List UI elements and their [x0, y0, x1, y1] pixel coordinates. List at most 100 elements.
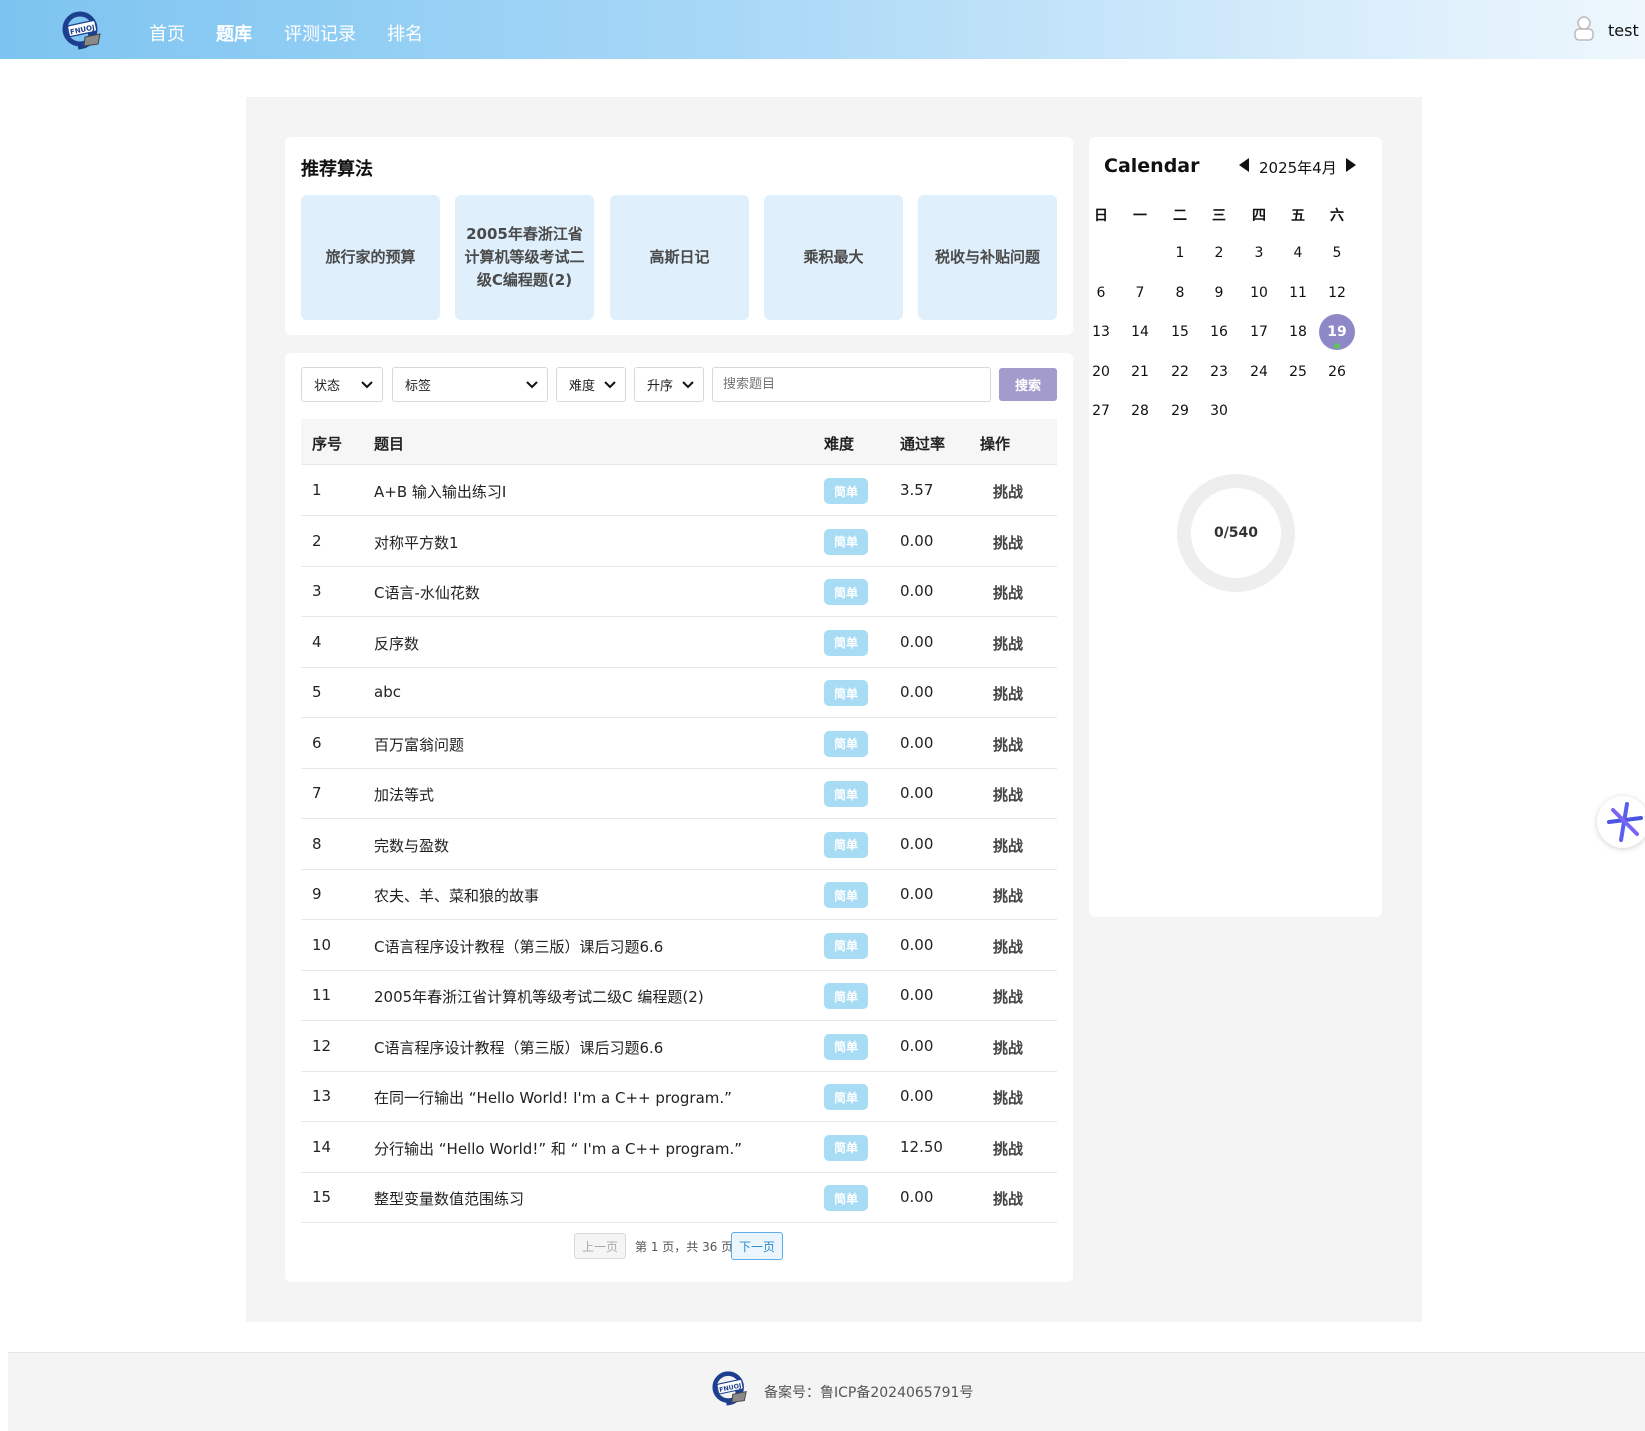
- challenge-button[interactable]: 挑战: [993, 835, 1023, 856]
- table-row[interactable]: 2 对称平方数1 简单 0.00 挑战: [301, 516, 1057, 567]
- table-row[interactable]: 4 反序数 简单 0.00 挑战: [301, 617, 1057, 668]
- recommend-item[interactable]: 旅行家的预算: [301, 195, 440, 320]
- calendar-day[interactable]: 16: [1201, 314, 1237, 350]
- row-title[interactable]: 对称平方数1: [374, 532, 459, 553]
- challenge-button[interactable]: 挑战: [993, 683, 1023, 704]
- calendar-day[interactable]: 9: [1201, 275, 1237, 311]
- table-row[interactable]: 15 整型变量数值范围练习 简单 0.00 挑战: [301, 1172, 1057, 1223]
- prev-month-icon[interactable]: [1237, 157, 1251, 173]
- challenge-button[interactable]: 挑战: [993, 936, 1023, 957]
- calendar-day[interactable]: 15: [1162, 314, 1198, 350]
- table-row[interactable]: 9 农夫、羊、菜和狼的故事 简单 0.00 挑战: [301, 869, 1057, 920]
- row-title[interactable]: C语言程序设计教程（第三版）课后习题6.6: [374, 1037, 663, 1058]
- row-title[interactable]: A+B 输入输出练习I: [374, 481, 506, 502]
- calendar-day[interactable]: 18: [1280, 314, 1316, 350]
- challenge-button[interactable]: 挑战: [993, 1037, 1023, 1058]
- row-pass-rate: 0.00: [900, 683, 934, 701]
- calendar-day[interactable]: 12: [1319, 275, 1355, 311]
- row-title[interactable]: 分行输出 “Hello World!” 和 “ I'm a C++ progra…: [374, 1138, 742, 1159]
- table-row[interactable]: 11 2005年春浙江省计算机等级考试二级C 编程题(2) 简单 0.00 挑战: [301, 970, 1057, 1021]
- calendar-day[interactable]: 23: [1201, 354, 1237, 390]
- challenge-button[interactable]: 挑战: [993, 481, 1023, 502]
- calendar-day[interactable]: 22: [1162, 354, 1198, 390]
- table-row[interactable]: 3 C语言-水仙花数 简单 0.00 挑战: [301, 566, 1057, 617]
- row-title[interactable]: abc: [374, 683, 401, 701]
- challenge-button[interactable]: 挑战: [993, 1188, 1023, 1209]
- nav-home[interactable]: 首页: [149, 20, 185, 46]
- row-title[interactable]: 农夫、羊、菜和狼的故事: [374, 885, 539, 906]
- prev-page-button[interactable]: 上一页: [574, 1233, 626, 1259]
- row-title[interactable]: 在同一行输出 “Hello World! I'm a C++ program.”: [374, 1087, 732, 1108]
- calendar-day[interactable]: 8: [1162, 275, 1198, 311]
- footer-icp[interactable]: 备案号：鲁ICP备2024065791号: [764, 1382, 973, 1402]
- table-row[interactable]: 13 在同一行输出 “Hello World! I'm a C++ program…: [301, 1071, 1057, 1122]
- row-title[interactable]: C语言-水仙花数: [374, 582, 480, 603]
- calendar-day[interactable]: 26: [1319, 354, 1355, 390]
- row-title[interactable]: 整型变量数值范围练习: [374, 1188, 524, 1209]
- nav-ranking[interactable]: 排名: [387, 20, 423, 46]
- recommend-item[interactable]: 高斯日记: [610, 195, 749, 320]
- table-row[interactable]: 5 abc 简单 0.00 挑战: [301, 667, 1057, 718]
- calendar-day[interactable]: 24: [1241, 354, 1277, 390]
- calendar-day[interactable]: 20: [1083, 354, 1119, 390]
- row-title[interactable]: 完数与盈数: [374, 835, 449, 856]
- challenge-button[interactable]: 挑战: [993, 532, 1023, 553]
- search-input[interactable]: [712, 367, 991, 402]
- challenge-button[interactable]: 挑战: [993, 986, 1023, 1007]
- table-row[interactable]: 8 完数与盈数 简单 0.00 挑战: [301, 819, 1057, 870]
- challenge-button[interactable]: 挑战: [993, 1138, 1023, 1159]
- next-page-button[interactable]: 下一页: [731, 1232, 783, 1260]
- calendar-day[interactable]: 14: [1122, 314, 1158, 350]
- recommend-item[interactable]: 2005年春浙江省计算机等级考试二级C编程题(2): [455, 195, 594, 320]
- order-select[interactable]: 升序: [634, 367, 704, 402]
- calendar-day[interactable]: 2: [1201, 235, 1237, 271]
- user-name[interactable]: test: [1608, 21, 1639, 40]
- site-logo-icon[interactable]: FNUOJ: [60, 10, 104, 50]
- row-title[interactable]: 2005年春浙江省计算机等级考试二级C 编程题(2): [374, 986, 704, 1007]
- nav-problems[interactable]: 题库: [216, 20, 252, 46]
- table-row[interactable]: 12 C语言程序设计教程（第三版）课后习题6.6 简单 0.00 挑战: [301, 1021, 1057, 1072]
- ai-assistant-button[interactable]: [1597, 796, 1645, 848]
- difficulty-select[interactable]: 难度: [556, 367, 626, 402]
- row-title[interactable]: 反序数: [374, 633, 419, 654]
- user-avatar-icon[interactable]: [1572, 15, 1596, 41]
- calendar-day[interactable]: 5: [1319, 235, 1355, 271]
- calendar-day[interactable]: 25: [1280, 354, 1316, 390]
- calendar-day[interactable]: 30: [1201, 393, 1237, 429]
- header-pass-rate: 通过率: [900, 435, 946, 453]
- recommend-item[interactable]: 乘积最大: [764, 195, 903, 320]
- recommend-item[interactable]: 税收与补贴问题: [918, 195, 1057, 320]
- nav-submissions[interactable]: 评测记录: [284, 20, 356, 46]
- calendar-day[interactable]: 13: [1083, 314, 1119, 350]
- challenge-button[interactable]: 挑战: [993, 734, 1023, 755]
- status-select[interactable]: 状态: [301, 367, 383, 402]
- row-title[interactable]: 百万富翁问题: [374, 734, 464, 755]
- calendar-day[interactable]: 3: [1241, 235, 1277, 271]
- calendar-day[interactable]: 27: [1083, 393, 1119, 429]
- table-row[interactable]: 10 C语言程序设计教程（第三版）课后习题6.6 简单 0.00 挑战: [301, 920, 1057, 971]
- table-row[interactable]: 7 加法等式 简单 0.00 挑战: [301, 768, 1057, 819]
- calendar-day[interactable]: 11: [1280, 275, 1316, 311]
- calendar-day[interactable]: 7: [1122, 275, 1158, 311]
- table-row[interactable]: 14 分行输出 “Hello World!” 和 “ I'm a C++ prog…: [301, 1122, 1057, 1173]
- row-title[interactable]: 加法等式: [374, 784, 434, 805]
- calendar-day[interactable]: 28: [1122, 393, 1158, 429]
- next-month-icon[interactable]: [1344, 157, 1358, 173]
- calendar-day[interactable]: 21: [1122, 354, 1158, 390]
- challenge-button[interactable]: 挑战: [993, 1087, 1023, 1108]
- calendar-day[interactable]: 29: [1162, 393, 1198, 429]
- challenge-button[interactable]: 挑战: [993, 582, 1023, 603]
- calendar-day[interactable]: 1: [1162, 235, 1198, 271]
- row-title[interactable]: C语言程序设计教程（第三版）课后习题6.6: [374, 936, 663, 957]
- calendar-day[interactable]: 10: [1241, 275, 1277, 311]
- calendar-day[interactable]: 4: [1280, 235, 1316, 271]
- challenge-button[interactable]: 挑战: [993, 885, 1023, 906]
- challenge-button[interactable]: 挑战: [993, 784, 1023, 805]
- calendar-day[interactable]: 6: [1083, 275, 1119, 311]
- search-button[interactable]: 搜索: [999, 368, 1057, 401]
- tags-select[interactable]: 标签: [392, 367, 548, 402]
- calendar-day[interactable]: 17: [1241, 314, 1277, 350]
- table-row[interactable]: 1 A+B 输入输出练习I 简单 3.57 挑战: [301, 465, 1057, 516]
- table-row[interactable]: 6 百万富翁问题 简单 0.00 挑战: [301, 718, 1057, 769]
- challenge-button[interactable]: 挑战: [993, 633, 1023, 654]
